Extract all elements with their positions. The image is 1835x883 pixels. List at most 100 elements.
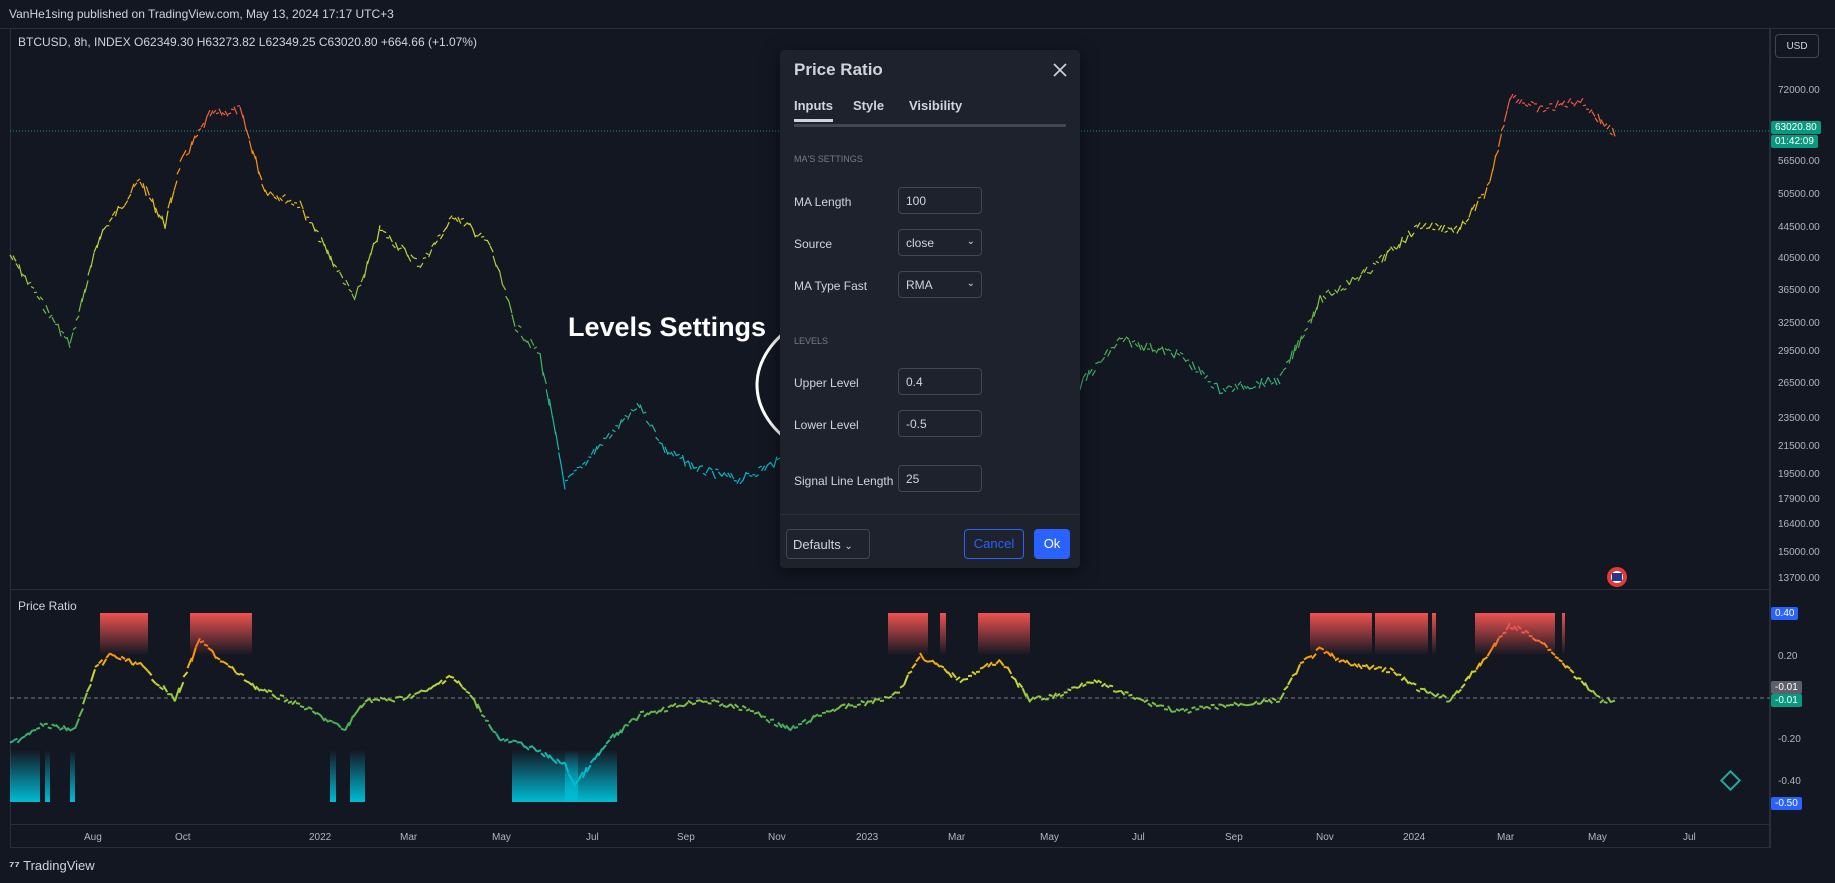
price-segment: [428, 249, 433, 258]
indicator-pane-label[interactable]: Price Ratio: [18, 599, 77, 613]
tab-inputs[interactable]: Inputs: [794, 98, 833, 122]
price-segment: [391, 244, 396, 249]
indicator-segment: [639, 710, 645, 714]
lower-level-bar: [70, 750, 75, 802]
indicator-segment: [1353, 662, 1359, 669]
indicator-segment: [999, 660, 1005, 667]
price-segment: [354, 286, 359, 299]
tab-visibility[interactable]: Visibility: [909, 98, 962, 113]
dialog-footer-divider: [780, 514, 1080, 515]
price-segment: [690, 462, 695, 470]
indicator-segment: [90, 669, 96, 682]
price-segment: [733, 479, 738, 482]
price-segment: [1360, 269, 1365, 275]
price-segment: [173, 180, 178, 191]
price-segment: [419, 262, 424, 269]
upper-level-tag: 0.40: [1771, 607, 1799, 620]
indicator-segment: [62, 724, 69, 732]
price-segment: [302, 209, 307, 221]
price-segment: [72, 326, 77, 331]
indicator-segment: [267, 689, 273, 693]
ma-length-input[interactable]: 100: [898, 187, 982, 214]
indicator-segment: [117, 657, 122, 661]
price-segment: [290, 203, 295, 206]
price-segment: [282, 194, 286, 198]
price-axis[interactable]: [1770, 28, 1835, 848]
indicator-segment: [1569, 668, 1575, 674]
indicator-label: -0.20: [1778, 734, 1801, 745]
indicator-segment: [1071, 686, 1076, 689]
indicator-segment: [1430, 692, 1436, 697]
price-label: 19500.00: [1778, 469, 1820, 480]
lower-level-bar: [565, 750, 617, 802]
ma-type-select[interactable]: RMA ⌄: [898, 271, 982, 298]
price-segment: [182, 149, 187, 157]
pane-divider[interactable]: [10, 589, 1770, 590]
indicator-segment: [1595, 694, 1601, 699]
indicator-segment: [1361, 664, 1367, 668]
indicator-segment: [135, 662, 141, 666]
indicator-segment: [143, 666, 149, 672]
price-segment: [1197, 366, 1203, 376]
price-segment: [582, 461, 586, 466]
price-segment: [1381, 254, 1386, 263]
price-segment: [1170, 352, 1175, 358]
indicator-segment: [1183, 708, 1189, 713]
indicator-segment: [860, 700, 865, 704]
indicator-segment: [27, 729, 34, 736]
indicator-segment: [601, 744, 607, 751]
price-segment: [9, 254, 14, 261]
tab-style[interactable]: Style: [853, 98, 884, 113]
indicator-segment: [1214, 706, 1219, 711]
indicator-segment: [1584, 682, 1590, 691]
upper-level-bar: [1562, 613, 1565, 655]
indicator-segment: [414, 691, 419, 696]
price-segment: [1500, 124, 1505, 131]
indicator-segment: [841, 703, 846, 707]
price-segment: [1503, 110, 1508, 122]
indicator-segment: [620, 724, 626, 734]
indicator-segment: [836, 704, 843, 710]
price-segment: [633, 408, 638, 412]
section-ma-settings: MA'S SETTINGS: [794, 154, 863, 164]
indicator-segment: [1472, 670, 1477, 673]
close-icon[interactable]: [1050, 60, 1070, 80]
price-segment: [1116, 337, 1121, 342]
indicator-segment: [1143, 698, 1149, 704]
indicator-segment: [283, 698, 289, 703]
source-select[interactable]: close ⌄: [898, 229, 982, 256]
indicator-segment: [761, 715, 767, 719]
indicator-segment: [387, 698, 392, 702]
price-segment: [151, 198, 157, 214]
price-label: 26500.00: [1778, 378, 1820, 389]
indicator-segment: [699, 699, 705, 704]
signal-length-input[interactable]: 25: [898, 465, 982, 492]
indicator-segment: [409, 694, 416, 700]
currency-button[interactable]: USD: [1775, 34, 1819, 58]
lower-level-input[interactable]: -0.5: [898, 410, 982, 437]
price-segment: [1486, 181, 1491, 186]
indicator-segment: [425, 687, 431, 693]
price-segment: [1444, 230, 1448, 233]
price-segment: [1357, 274, 1362, 282]
price-segment: [45, 304, 50, 314]
cancel-button[interactable]: Cancel: [964, 529, 1024, 559]
time-label: Sep: [1225, 832, 1243, 843]
price-segment: [142, 183, 147, 196]
indicator-segment: [624, 723, 630, 727]
price-segment: [203, 116, 208, 129]
defaults-button[interactable]: Defaults ⌄: [786, 529, 870, 559]
price-segment: [1134, 343, 1139, 348]
indicator-segment: [348, 715, 354, 727]
indicator-segment: [155, 682, 160, 687]
symbol-legend[interactable]: BTCUSD, 8h, INDEX O62349.30 H63273.82 L6…: [18, 35, 477, 49]
indicator-segment: [437, 679, 443, 686]
indicator-segment: [683, 701, 689, 707]
price-segment: [1310, 311, 1315, 324]
tradingview-logo[interactable]: ⁷⁷ TradingView: [9, 858, 95, 873]
price-segment: [1085, 369, 1090, 382]
ok-button[interactable]: Ok: [1034, 529, 1070, 559]
price-segment: [1428, 222, 1433, 229]
price-segment: [1234, 383, 1239, 390]
upper-level-input[interactable]: 0.4: [898, 368, 982, 395]
